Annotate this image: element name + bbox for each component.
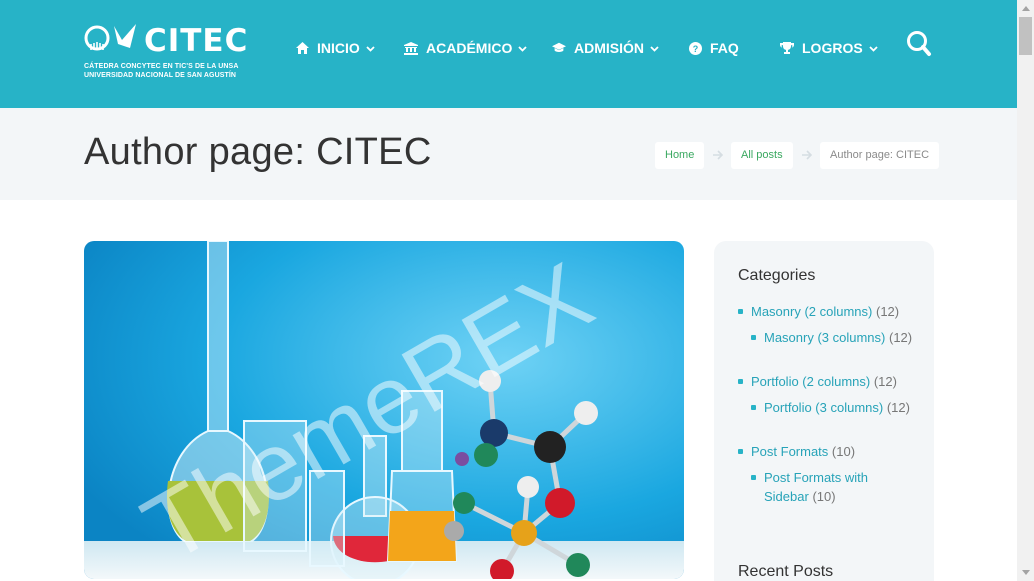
category-count: (10) — [831, 444, 856, 459]
page: CITEC CÁTEDRA CONCYTEC EN TIC'S DE LA UN… — [0, 0, 1034, 581]
nav-item-admision[interactable]: ADMISIÓN — [552, 38, 659, 58]
list-bullet — [738, 379, 743, 384]
citec-logo-mark-icon — [84, 24, 136, 51]
breadcrumb-all-posts[interactable]: All posts — [731, 142, 793, 169]
category-item: Portfolio (2 columns) (12) — [738, 372, 921, 391]
home-icon — [295, 41, 309, 55]
nav-item-admision-label: ADMISIÓN — [574, 40, 644, 56]
list-bullet — [738, 449, 743, 454]
category-link-post-formats[interactable]: Post Formats — [751, 444, 828, 459]
nav-item-faq-label: FAQ — [710, 40, 739, 56]
chevron-down-icon — [869, 45, 878, 52]
list-bullet — [751, 335, 756, 340]
list-bullet — [738, 309, 743, 314]
category-link-masonry-3[interactable]: Masonry (3 columns) — [764, 330, 885, 345]
page-title: Author page: CITEC — [84, 131, 432, 173]
trophy-icon — [780, 41, 794, 55]
nav-item-faq[interactable]: ? FAQ — [688, 38, 739, 58]
caret-down-icon — [1021, 570, 1030, 575]
category-link-portfolio-2[interactable]: Portfolio (2 columns) — [751, 374, 870, 389]
category-count: (12) — [886, 400, 910, 415]
nav-item-inicio-label: INICIO — [317, 40, 360, 56]
arrow-right-icon — [802, 150, 813, 160]
svg-text:?: ? — [692, 44, 698, 54]
logo-subtitle-line2: UNIVERSIDAD NACIONAL DE SAN AGUSTÍN — [84, 72, 237, 79]
scroll-down-button[interactable] — [1017, 564, 1034, 581]
list-bullet — [751, 405, 756, 410]
category-link-masonry-2[interactable]: Masonry (2 columns) — [751, 304, 872, 319]
breadcrumb-current: Author page: CITEC — [820, 142, 940, 169]
site-logo[interactable]: CITEC CÁTEDRA CONCYTEC EN TIC'S DE LA UN… — [84, 22, 247, 82]
search-button[interactable] — [906, 30, 932, 58]
breadcrumb-home[interactable]: Home — [655, 142, 705, 169]
category-count: (12) — [889, 330, 913, 345]
page-scrollbar[interactable] — [1017, 0, 1034, 581]
nav-item-academico-label: ACADÉMICO — [426, 40, 513, 56]
category-link-portfolio-3[interactable]: Portfolio (3 columns) — [764, 400, 883, 415]
categories-widget-title: Categories — [738, 267, 816, 284]
category-count: (12) — [876, 304, 900, 319]
chevron-down-icon — [366, 45, 375, 52]
search-icon — [907, 31, 931, 56]
recent-posts-widget-title: Recent Posts — [738, 563, 834, 580]
graduation-cap-icon — [552, 41, 566, 55]
category-item: Portfolio (3 columns) (12) — [751, 398, 914, 417]
category-count: (10) — [812, 489, 836, 504]
logo-wordmark: CITEC — [144, 23, 249, 59]
question-circle-icon: ? — [688, 41, 702, 55]
lab-glassware-illustration: ThemeREX — [84, 241, 684, 579]
logo-subtitle-line1: CÁTEDRA CONCYTEC EN TIC'S DE LA UNSA — [84, 63, 239, 70]
caret-up-icon — [1021, 6, 1030, 11]
category-item: Masonry (2 columns) (12) — [738, 302, 921, 321]
scroll-up-button[interactable] — [1017, 0, 1034, 17]
nav-item-logros-label: LOGROS — [802, 40, 863, 56]
arrow-right-icon — [713, 150, 724, 160]
chevron-down-icon — [650, 45, 659, 52]
category-item: Post Formats with Sidebar (10) — [751, 468, 894, 506]
university-icon — [404, 41, 418, 55]
category-count: (12) — [873, 374, 897, 389]
featured-post-image[interactable]: ThemeREX — [84, 241, 684, 579]
nav-item-logros[interactable]: LOGROS — [780, 38, 878, 58]
chevron-down-icon — [518, 45, 527, 52]
category-item: Post Formats (10) — [738, 442, 921, 461]
nav-item-academico[interactable]: ACADÉMICO — [404, 38, 527, 58]
nav-item-inicio[interactable]: INICIO — [295, 38, 375, 58]
list-bullet — [751, 475, 756, 480]
scrollbar-thumb[interactable] — [1019, 17, 1032, 55]
category-item: Masonry (3 columns) (12) — [751, 328, 914, 347]
